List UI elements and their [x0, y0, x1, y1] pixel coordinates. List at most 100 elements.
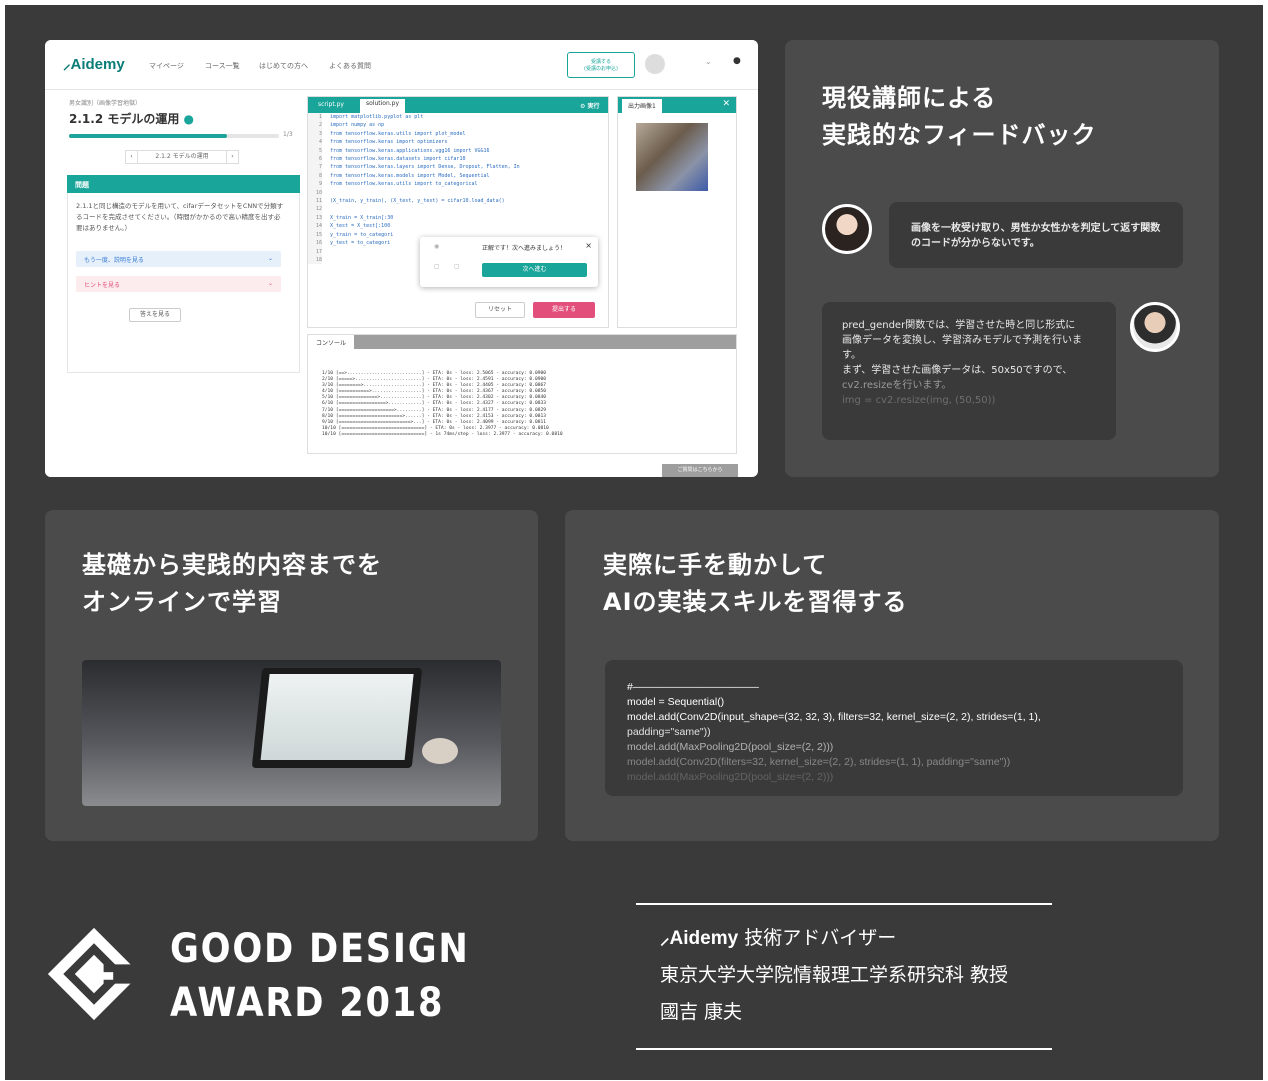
- console-line: 9/10 [==========================>...] - …: [322, 419, 547, 425]
- code-line: 7 from tensorflow.keras.layers import Den…: [308, 163, 608, 172]
- mentor-message-line: pred_gender関数では、学習させた時と同じ形式に: [842, 320, 1076, 331]
- close-icon[interactable]: ×: [585, 241, 592, 250]
- line-number: 11: [308, 197, 322, 206]
- code-sample-line: model.add(Conv2D(input_shape=(32, 32, 3)…: [627, 711, 1041, 723]
- console-line: 7/10 [====================>.........] - …: [322, 407, 547, 413]
- code-line: 9 from tensorflow.keras.utils import to_c…: [308, 180, 608, 189]
- advisor-title: ⸝Aidemy 技術アドバイザー: [660, 927, 897, 949]
- line-number: 3: [308, 129, 322, 139]
- submit-button[interactable]: 提出する: [533, 302, 595, 318]
- output-image: [636, 123, 708, 191]
- user-avatar-photo: [822, 204, 872, 254]
- explanation-toggle[interactable]: もう一度、説明を見る ⌄: [76, 251, 281, 267]
- line-number: 17: [308, 247, 322, 256]
- line-number: 8: [308, 171, 322, 181]
- hint-toggle[interactable]: ヒントを見る ⌄: [76, 276, 281, 292]
- show-answer-button[interactable]: 答えを見る: [129, 308, 181, 322]
- line-number: 14: [308, 222, 322, 231]
- gear-icon: ⚙: [580, 103, 586, 110]
- user-message: 画像を一枚受け取り、男性か女性かを判定して返す関数のコードが分からないです。: [889, 202, 1183, 268]
- code-line: 11 (X_train, y_train), (X_test, y_test) =…: [308, 197, 608, 206]
- code-line: 1 import matplotlib.pyplot as plt: [308, 113, 608, 122]
- code-line: 6 from tensorflow.keras.datasets import c…: [308, 155, 608, 164]
- line-number: 13: [308, 213, 322, 223]
- code-line: 4 from tensorflow.keras import optimizers: [308, 138, 608, 147]
- code-editor[interactable]: script.py solution.py ⚙ 実行 1 import matpl…: [307, 96, 609, 328]
- nav-faq[interactable]: よくある質問: [329, 61, 371, 71]
- line-number: 5: [308, 146, 322, 156]
- question-header: 問題: [67, 175, 300, 193]
- feedback-panel: 現役講師による 実践的なフィードバック 画像を一枚受け取り、男性か女性かを判定し…: [785, 40, 1219, 477]
- reset-button[interactable]: リセット: [475, 302, 525, 318]
- line-number: 1: [308, 113, 322, 122]
- console-line: 8/10 [=======================>......] - …: [322, 413, 547, 419]
- check-icon: ●: [183, 112, 195, 126]
- close-icon[interactable]: ✕: [722, 99, 730, 109]
- handson-heading: 実際に手を動かして AIの実装スキルを習得する: [603, 551, 908, 616]
- console-panel: コンソール 1/10 [==>.........................…: [307, 334, 737, 454]
- question-body: 2.1.1と同じ構造のモデルを用いて、cifarデータセットをCNNで分類するコ…: [67, 193, 300, 373]
- line-number: 9: [308, 180, 322, 189]
- code-text: y_test = to_categori: [330, 240, 391, 247]
- code-sample-line: #————————————: [627, 681, 759, 693]
- question-button[interactable]: ご質問はこちらから: [662, 464, 738, 477]
- nav-courses[interactable]: コース一覧: [205, 61, 240, 71]
- code-text: from tensorflow.keras.models import Mode…: [330, 172, 490, 179]
- coffee-cup: [422, 738, 458, 764]
- tab-solution[interactable]: solution.py: [360, 99, 406, 113]
- code-text: from tensorflow.keras.utils import plot_…: [330, 130, 466, 137]
- line-number: 6: [308, 155, 322, 164]
- code-text: X_train = X_train[:30: [330, 214, 394, 221]
- code-line: 10: [308, 188, 608, 198]
- laptop-screen: [260, 674, 414, 760]
- code-sample-line: padding="same")): [627, 726, 711, 738]
- divider-bottom: [636, 1048, 1052, 1050]
- exercise-panel: 男女識別（画像学習地獄） 2.1.2 モデルの運用 ● 1/3 ‹ 2.1.2 モ…: [45, 90, 300, 477]
- console-line: 10/10 [==============================] -…: [322, 431, 563, 437]
- run-button[interactable]: ⚙ 実行: [574, 100, 606, 111]
- tab-script[interactable]: script.py: [312, 100, 350, 109]
- logo-mark-icon: ⸝: [63, 56, 71, 73]
- chevron-down-icon[interactable]: ⌄: [705, 57, 712, 66]
- user-avatar[interactable]: [645, 54, 665, 74]
- online-heading: 基礎から実践的内容までを オンラインで学習: [82, 551, 382, 616]
- nav-mypage[interactable]: マイページ: [149, 61, 184, 71]
- chevron-down-icon: ⌄: [267, 255, 273, 262]
- thumbs-up-icon[interactable]: ▢: [434, 263, 440, 270]
- enroll-button[interactable]: 受講する (受講のお申込): [567, 52, 635, 78]
- laptop-photo: [82, 660, 501, 806]
- award-text: GOOD DESIGN AWARD 2018: [170, 926, 470, 1026]
- console-header: コンソール: [308, 335, 736, 349]
- nav-beginners[interactable]: はじめての方へ: [259, 61, 308, 71]
- line-number: 18: [308, 255, 322, 265]
- logo-mark-icon: ⸝: [660, 928, 670, 949]
- breadcrumb: 男女識別（画像学習地獄）: [69, 100, 142, 107]
- code-line: 13 X_train = X_train[:30: [308, 213, 608, 223]
- line-number: 7: [308, 163, 322, 172]
- line-number: 4: [308, 138, 322, 147]
- prev-icon[interactable]: ‹: [126, 151, 138, 163]
- thumbs-down-icon[interactable]: ▢: [454, 263, 460, 270]
- advisor-name: 國吉 康夫: [660, 1001, 743, 1023]
- mentor-message-line: まず、学習させた画像データは、50x50ですので、: [842, 365, 1073, 376]
- next-button[interactable]: 次へ進む: [482, 263, 587, 277]
- bell-icon[interactable]: ●: [733, 56, 741, 66]
- mentor-message: pred_gender関数では、学習させた時と同じ形式に 画像データを変換し、学習…: [822, 302, 1116, 440]
- laptop-body: [251, 668, 423, 768]
- output-header: 出力画像1 ✕: [618, 97, 736, 113]
- tab-output-image[interactable]: 出力画像1: [622, 99, 662, 113]
- code-sample: #———————————— model = Sequential() model.a…: [605, 660, 1183, 796]
- code-text: from tensorflow.keras import optimizers: [330, 139, 448, 146]
- aidemy-logo[interactable]: ⸝Aidemy: [63, 54, 125, 74]
- next-icon[interactable]: ›: [226, 151, 238, 163]
- tab-console[interactable]: コンソール: [308, 335, 355, 349]
- mentor-message-line: img = cv2.resize(img, (50,50)): [842, 395, 996, 406]
- console-log: 1/10 [==>...........................] - …: [322, 371, 563, 438]
- code-text: import numpy as np: [330, 122, 385, 129]
- divider-top: [636, 903, 1052, 905]
- code-line: 5 from tensorflow.keras.applications.vgg1…: [308, 146, 608, 156]
- exercise-pager[interactable]: ‹ 2.1.2 モデルの運用 ›: [125, 150, 239, 164]
- like-icon[interactable]: ◉: [434, 243, 439, 250]
- line-number: 2: [308, 121, 322, 130]
- code-sample-line: model.add(MaxPooling2D(pool_size=(2, 2))…: [627, 741, 834, 753]
